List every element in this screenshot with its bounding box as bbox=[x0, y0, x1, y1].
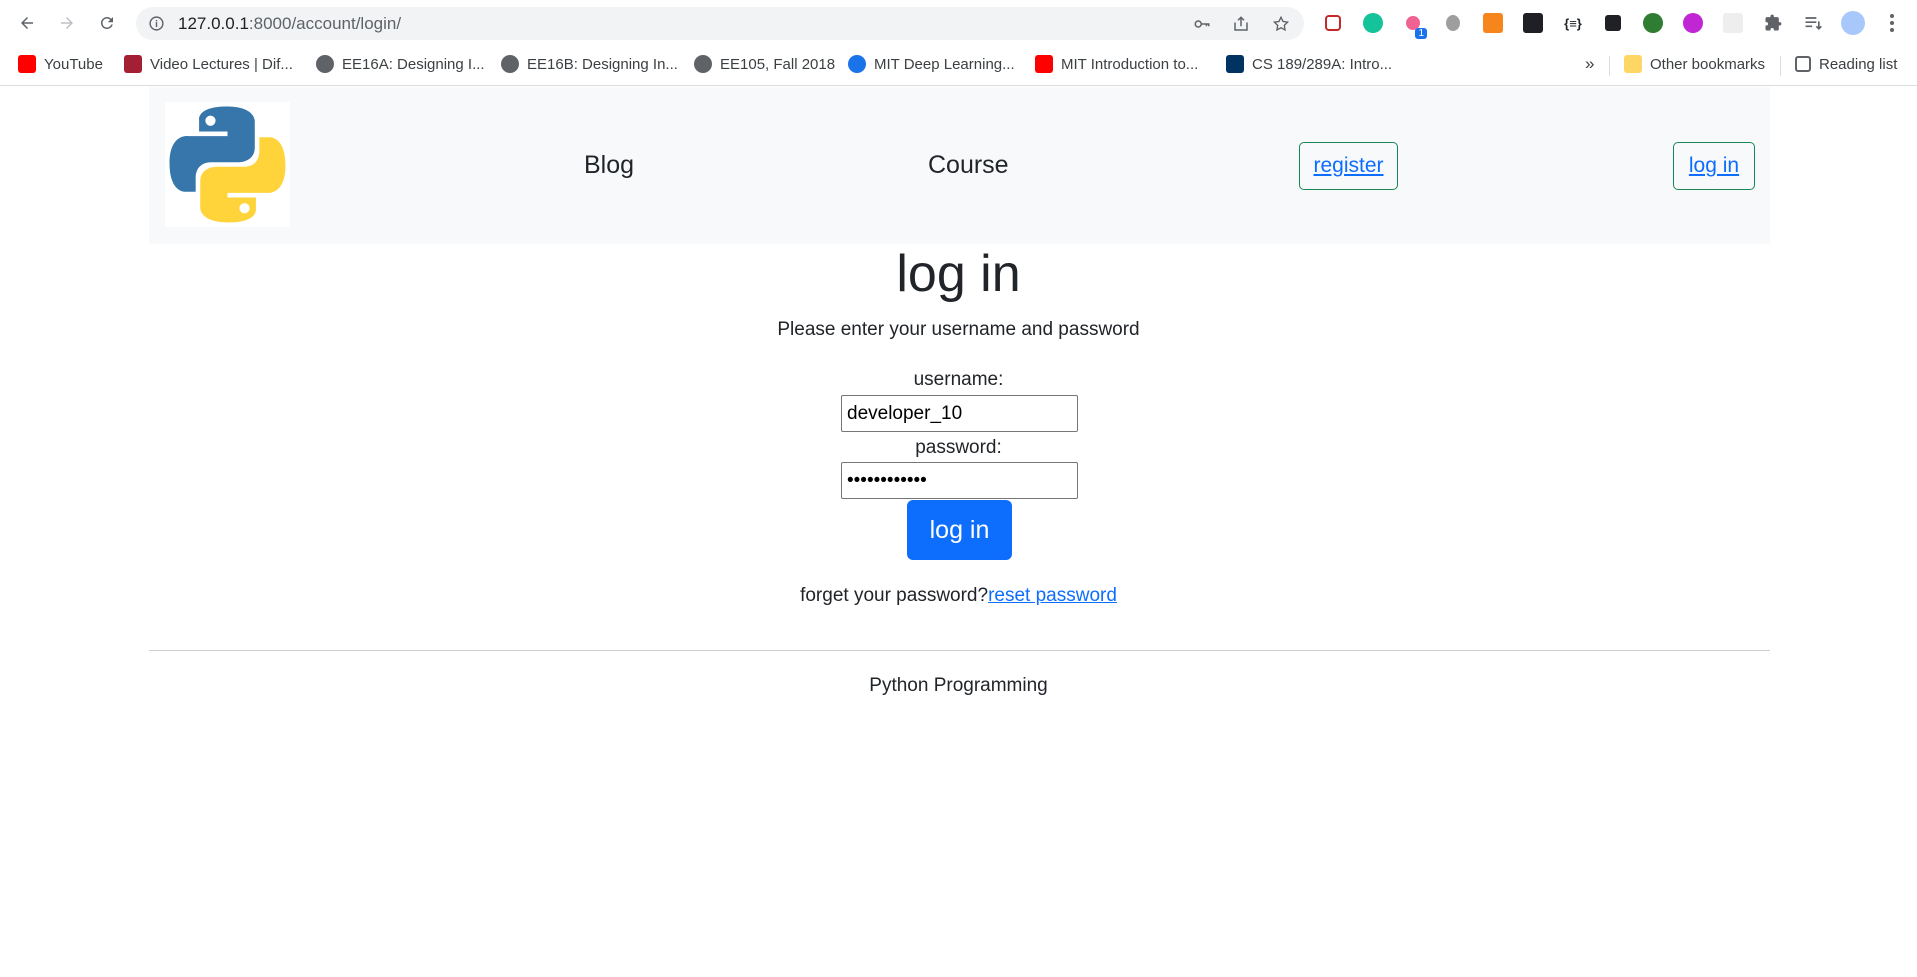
puzzle-icon[interactable] bbox=[1761, 11, 1785, 35]
login-instructions: Please enter your username and password bbox=[777, 319, 1140, 340]
mit-ocw-icon bbox=[124, 55, 142, 73]
kebab-glyph bbox=[1890, 14, 1894, 32]
browser-toolbar: 127.0.0.1:8000/account/login/ 1 {≡} bbox=[0, 0, 1917, 46]
bookmark-mit-ocw[interactable]: Video Lectures | Dif... bbox=[124, 52, 293, 76]
adblock-icon[interactable] bbox=[1321, 11, 1345, 35]
binance-icon[interactable] bbox=[1521, 11, 1545, 35]
bookmarks-divider bbox=[1609, 56, 1610, 76]
password-label: password: bbox=[915, 437, 1002, 458]
url-path: :8000/account/login/ bbox=[248, 14, 402, 33]
key-icon[interactable] bbox=[1193, 15, 1211, 33]
purple-icon[interactable] bbox=[1681, 11, 1705, 35]
bookmark-label: MIT Introduction to... bbox=[1061, 55, 1199, 73]
reload-icon bbox=[100, 16, 113, 29]
berkeley-icon bbox=[1226, 55, 1244, 73]
youtube-icon bbox=[18, 55, 36, 73]
reading-list-icon[interactable] bbox=[1801, 11, 1825, 35]
url-text: 127.0.0.1:8000/account/login/ bbox=[178, 14, 401, 34]
arrow-left-icon bbox=[21, 17, 33, 29]
username-label: username: bbox=[913, 369, 1004, 390]
reading-list-label: Reading list bbox=[1819, 55, 1898, 73]
browser-chrome: 127.0.0.1:8000/account/login/ 1 {≡} YouT… bbox=[0, 0, 1917, 86]
blank-ext-icon[interactable] bbox=[1721, 11, 1745, 35]
bookmark-label: EE16B: Designing In... bbox=[527, 55, 678, 73]
globe-icon bbox=[694, 55, 712, 73]
youtube-icon bbox=[1035, 55, 1053, 73]
footer-text: Python Programming bbox=[869, 675, 1048, 696]
login-submit-button[interactable]: log in bbox=[907, 500, 1012, 560]
extension-badge-icon[interactable]: 1 bbox=[1401, 11, 1427, 39]
bookmark-label: CS 189/289A: Intro... bbox=[1252, 55, 1393, 73]
bookmarks-bar: YouTube Video Lectures | Dif... EE16A: D… bbox=[0, 48, 1917, 80]
forgot-password-line: forget your password?reset password bbox=[0, 585, 1917, 607]
username-input[interactable] bbox=[841, 395, 1078, 432]
header-login-button[interactable]: log in bbox=[1673, 142, 1755, 190]
puzzle-glyph bbox=[1765, 14, 1782, 31]
network-icon bbox=[848, 55, 866, 73]
password-input[interactable] bbox=[841, 462, 1078, 499]
python-logo-icon bbox=[169, 106, 286, 223]
info-icon bbox=[149, 16, 164, 31]
bookmark-label: MIT Deep Learning... bbox=[874, 55, 1015, 73]
bookmark-cs189[interactable]: CS 189/289A: Intro... bbox=[1226, 52, 1392, 76]
bookmark-label: EE105, Fall 2018 bbox=[720, 55, 836, 73]
share-icon[interactable] bbox=[1232, 15, 1250, 33]
bookmark-mit-intro[interactable]: MIT Introduction to... bbox=[1035, 52, 1198, 76]
back-button[interactable] bbox=[13, 9, 41, 37]
forward-button[interactable] bbox=[53, 9, 81, 37]
tree-icon[interactable] bbox=[1641, 11, 1665, 35]
profile-avatar[interactable] bbox=[1841, 11, 1865, 35]
reload-button[interactable] bbox=[93, 9, 121, 37]
bookmark-label: YouTube bbox=[44, 55, 103, 73]
page-title: log in bbox=[896, 245, 1021, 303]
arrow-right-icon bbox=[61, 17, 73, 29]
reading-list-icon bbox=[1795, 56, 1811, 72]
python-logo[interactable] bbox=[165, 102, 290, 227]
bookmark-label: EE16A: Designing I... bbox=[342, 55, 485, 73]
bookmark-mit-deep-learning[interactable]: MIT Deep Learning... bbox=[848, 52, 1015, 76]
footer-divider bbox=[149, 650, 1770, 651]
list-glyph bbox=[1805, 17, 1822, 31]
reset-password-link[interactable]: reset password bbox=[988, 585, 1117, 606]
url-host: 127.0.0.1 bbox=[178, 14, 249, 33]
reading-list[interactable]: Reading list bbox=[1795, 52, 1897, 76]
site-header: Blog Course register log in bbox=[149, 87, 1770, 244]
bookmark-youtube[interactable]: YouTube bbox=[18, 52, 103, 76]
bookmark-ee16a[interactable]: EE16A: Designing I... bbox=[316, 52, 485, 76]
globe-icon bbox=[316, 55, 334, 73]
extension-badge-count: 1 bbox=[1415, 28, 1427, 39]
folder-icon bbox=[1624, 55, 1642, 73]
bookmarks-overflow[interactable]: » bbox=[1585, 52, 1594, 76]
register-button[interactable]: register bbox=[1299, 142, 1398, 190]
bookmarks-divider bbox=[1780, 56, 1781, 76]
x-icon[interactable] bbox=[1601, 11, 1625, 35]
star-icon[interactable] bbox=[1272, 15, 1290, 33]
forgot-password-text: forget your password? bbox=[800, 585, 989, 606]
bookmark-ee105[interactable]: EE105, Fall 2018 bbox=[694, 52, 835, 76]
nav-course[interactable]: Course bbox=[928, 151, 1009, 180]
bug-icon[interactable] bbox=[1441, 11, 1465, 35]
other-bookmarks-label: Other bookmarks bbox=[1650, 55, 1766, 73]
bookmark-label: Video Lectures | Dif... bbox=[150, 55, 293, 73]
globe-icon bbox=[501, 55, 519, 73]
bookmark-ee16b[interactable]: EE16B: Designing In... bbox=[501, 52, 678, 76]
nav-blog[interactable]: Blog bbox=[584, 151, 634, 180]
metamask-icon[interactable] bbox=[1481, 11, 1505, 35]
grammarly-icon[interactable] bbox=[1361, 11, 1385, 35]
other-bookmarks[interactable]: Other bookmarks bbox=[1624, 52, 1765, 76]
json-icon[interactable]: {≡} bbox=[1561, 11, 1585, 35]
address-bar[interactable]: 127.0.0.1:8000/account/login/ bbox=[136, 7, 1304, 40]
menu-icon[interactable] bbox=[1880, 11, 1904, 35]
